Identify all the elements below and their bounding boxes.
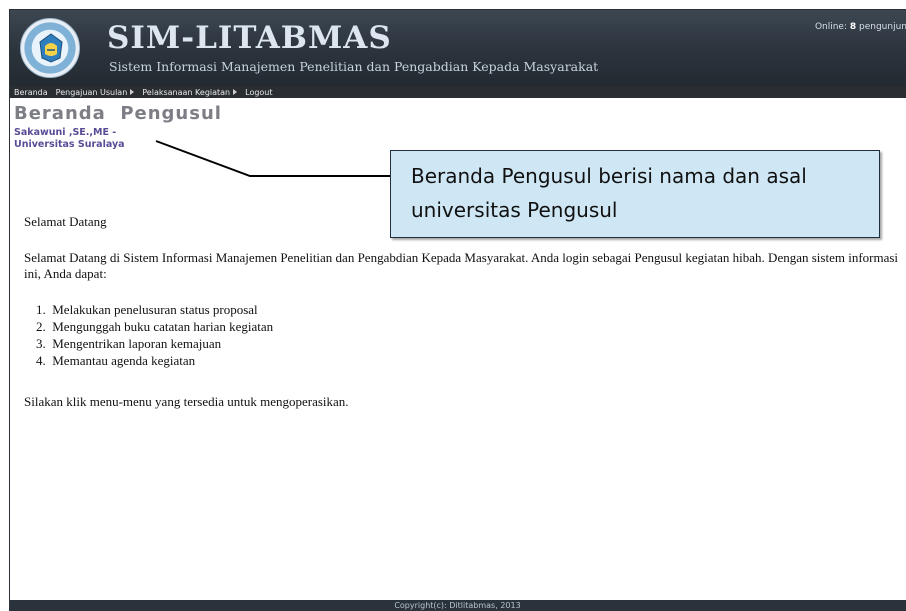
logo-emblem-icon xyxy=(39,33,63,63)
menu-item-label: Beranda xyxy=(14,87,48,97)
site-title: SIM-LITABMAS xyxy=(107,20,392,56)
menu-item-pelaksanaan-kegiatan[interactable]: Pelaksanaan Kegiatan xyxy=(140,88,243,97)
annotation-callout: Beranda Pengusul berisi nama dan asal un… xyxy=(390,150,880,238)
menu-item-pengajuan-usulan[interactable]: Pengajuan Usulan xyxy=(54,88,141,97)
list-item: 4. Memantau agenda kegiatan xyxy=(36,353,196,368)
menu-item-beranda[interactable]: Beranda xyxy=(12,88,54,97)
menu-item-logout[interactable]: Logout xyxy=(243,88,278,97)
ministry-logo xyxy=(20,18,80,78)
submenu-arrow-icon xyxy=(130,89,135,95)
main-menu: Beranda Pengajuan Usulan Pelaksanaan Keg… xyxy=(10,86,906,98)
menu-item-label: Pengajuan Usulan xyxy=(55,87,128,97)
page-title: Beranda Pengusul xyxy=(14,103,222,124)
feature-list: 1. Melakukan penelusuran status proposal… xyxy=(36,302,273,370)
menu-item-label: Pelaksanaan Kegiatan xyxy=(142,87,231,97)
list-item: 2. Mengunggah buku catatan harian kegiat… xyxy=(36,319,274,334)
site-subtitle: Sistem Informasi Manajemen Penelitian da… xyxy=(109,59,599,74)
list-item: 3. Mengentrikan laporan kemajuan xyxy=(36,336,222,351)
online-counter: Online: 8 pengunjun xyxy=(815,22,906,32)
online-label: Online: xyxy=(814,22,850,32)
closing-text: Silakan klik menu-menu yang tersedia unt… xyxy=(24,394,349,409)
footer-copyright: Copyright(c): Ditlitabmas, 2013 xyxy=(9,600,906,611)
user-name: Sakawuni ,SE.,ME - xyxy=(14,127,117,138)
list-item: 1. Melakukan penelusuran status proposal xyxy=(36,302,258,317)
submenu-arrow-icon xyxy=(233,89,238,95)
app-window: SIM-LITABMAS Sistem Informasi Manajemen … xyxy=(9,9,906,611)
menu-item-label: Logout xyxy=(245,87,273,97)
intro-paragraph: Selamat Datang di Sistem Informasi Manaj… xyxy=(24,250,899,281)
welcome-heading: Selamat Datang xyxy=(24,214,107,229)
online-suffix: pengunjun xyxy=(856,22,906,32)
site-header: SIM-LITABMAS Sistem Informasi Manajemen … xyxy=(10,10,906,86)
user-university: Universitas Suralaya xyxy=(14,139,125,150)
